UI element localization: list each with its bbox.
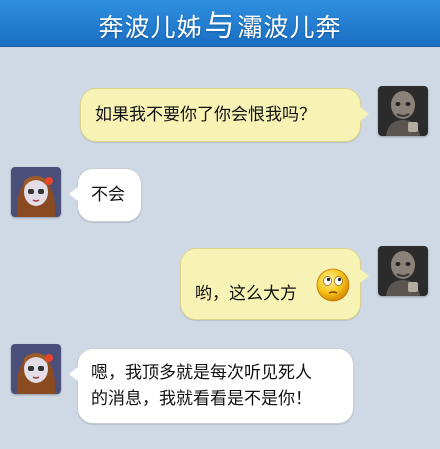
message-text-4-line1: 嗯，我顶多就是每次听见死人 xyxy=(91,363,312,383)
male-avatar[interactable] xyxy=(378,86,428,136)
message-bubble-1: 如果我不要你了你会恨我吗？ xyxy=(80,88,369,142)
bubble-tail xyxy=(360,269,369,283)
message-text-2: 不会 xyxy=(91,185,125,205)
message-text-3: 哟，这么大方 xyxy=(195,284,297,304)
bubble-tail xyxy=(69,367,78,381)
bubble-tail xyxy=(69,187,78,201)
title-right-name: 灞波儿奔 xyxy=(237,13,342,42)
chat-title: 奔波儿姊与灞波儿奔 xyxy=(98,1,341,45)
female-avatar[interactable] xyxy=(11,344,61,394)
male-avatar[interactable] xyxy=(378,246,428,296)
wondering-face-emoji xyxy=(315,267,351,311)
title-left-name: 奔波儿姊 xyxy=(98,13,203,42)
message-bubble-4: 嗯，我顶多就是每次听见死人 的消息，我就看看是不是你！ xyxy=(69,348,354,424)
message-text-4-line2: 的消息，我就看看是不是你！ xyxy=(91,389,312,409)
female-avatar[interactable] xyxy=(11,167,61,217)
message-bubble-3: 哟，这么大方 xyxy=(180,248,369,320)
title-bar: 奔波儿姊与灞波儿奔 xyxy=(0,0,440,47)
bubble-tail xyxy=(360,107,369,121)
message-bubble-2: 不会 xyxy=(69,168,142,222)
message-text-1: 如果我不要你了你会恨我吗？ xyxy=(95,105,316,125)
title-separator: 与 xyxy=(204,9,236,44)
